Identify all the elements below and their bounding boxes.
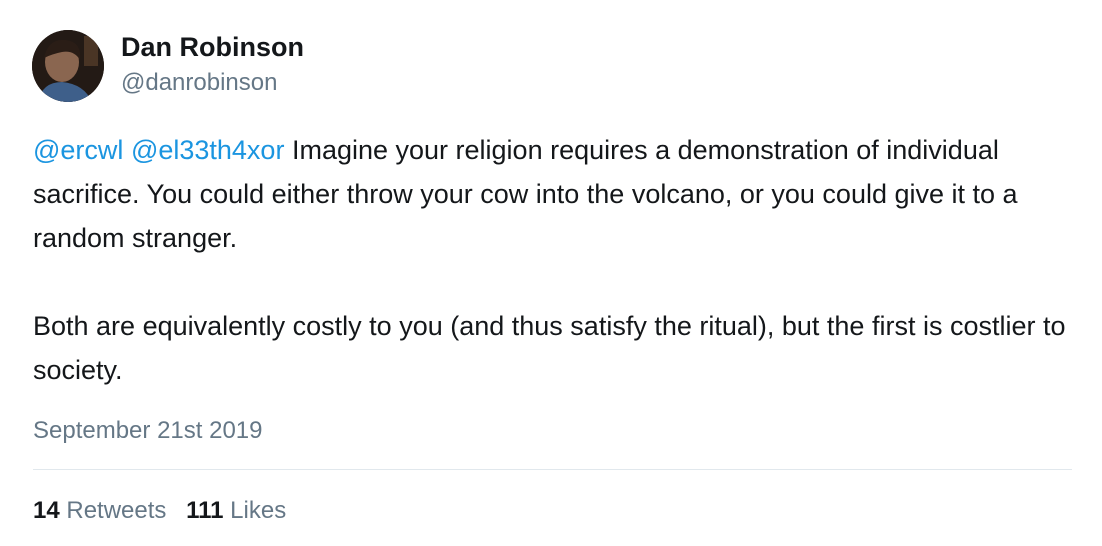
tweet-stats: 14 Retweets 111 Likes bbox=[33, 494, 286, 528]
tweet-paragraph-2: Both are equivalently costly to you (and… bbox=[33, 311, 1066, 385]
mention-link-ercwl[interactable]: @ercwl bbox=[33, 135, 123, 165]
tweet-timestamp[interactable]: September 21st 2019 bbox=[33, 414, 263, 448]
retweets-label: Retweets bbox=[66, 497, 167, 524]
tweet-card: Dan Robinson @danrobinson @ercwl @el33th… bbox=[0, 0, 1102, 546]
retweets-count: 14 bbox=[33, 497, 60, 524]
likes-count: 111 bbox=[186, 497, 224, 524]
retweets-stat[interactable]: 14 Retweets bbox=[33, 494, 166, 528]
author-display-name[interactable]: Dan Robinson bbox=[121, 30, 304, 64]
avatar[interactable] bbox=[32, 30, 104, 102]
tweet-text: @ercwl @el33th4xor Imagine your religion… bbox=[33, 128, 1073, 392]
avatar-image bbox=[32, 30, 104, 102]
likes-label: Likes bbox=[230, 497, 287, 524]
author-handle[interactable]: @danrobinson bbox=[121, 68, 304, 98]
author-info: Dan Robinson @danrobinson bbox=[121, 30, 304, 98]
tweet-paragraph-1: @ercwl @el33th4xor Imagine your religion… bbox=[33, 128, 1073, 260]
mention-link-el33th4xor[interactable]: @el33th4xor bbox=[131, 135, 285, 165]
divider bbox=[33, 469, 1072, 470]
likes-stat[interactable]: 111 Likes bbox=[186, 494, 286, 528]
